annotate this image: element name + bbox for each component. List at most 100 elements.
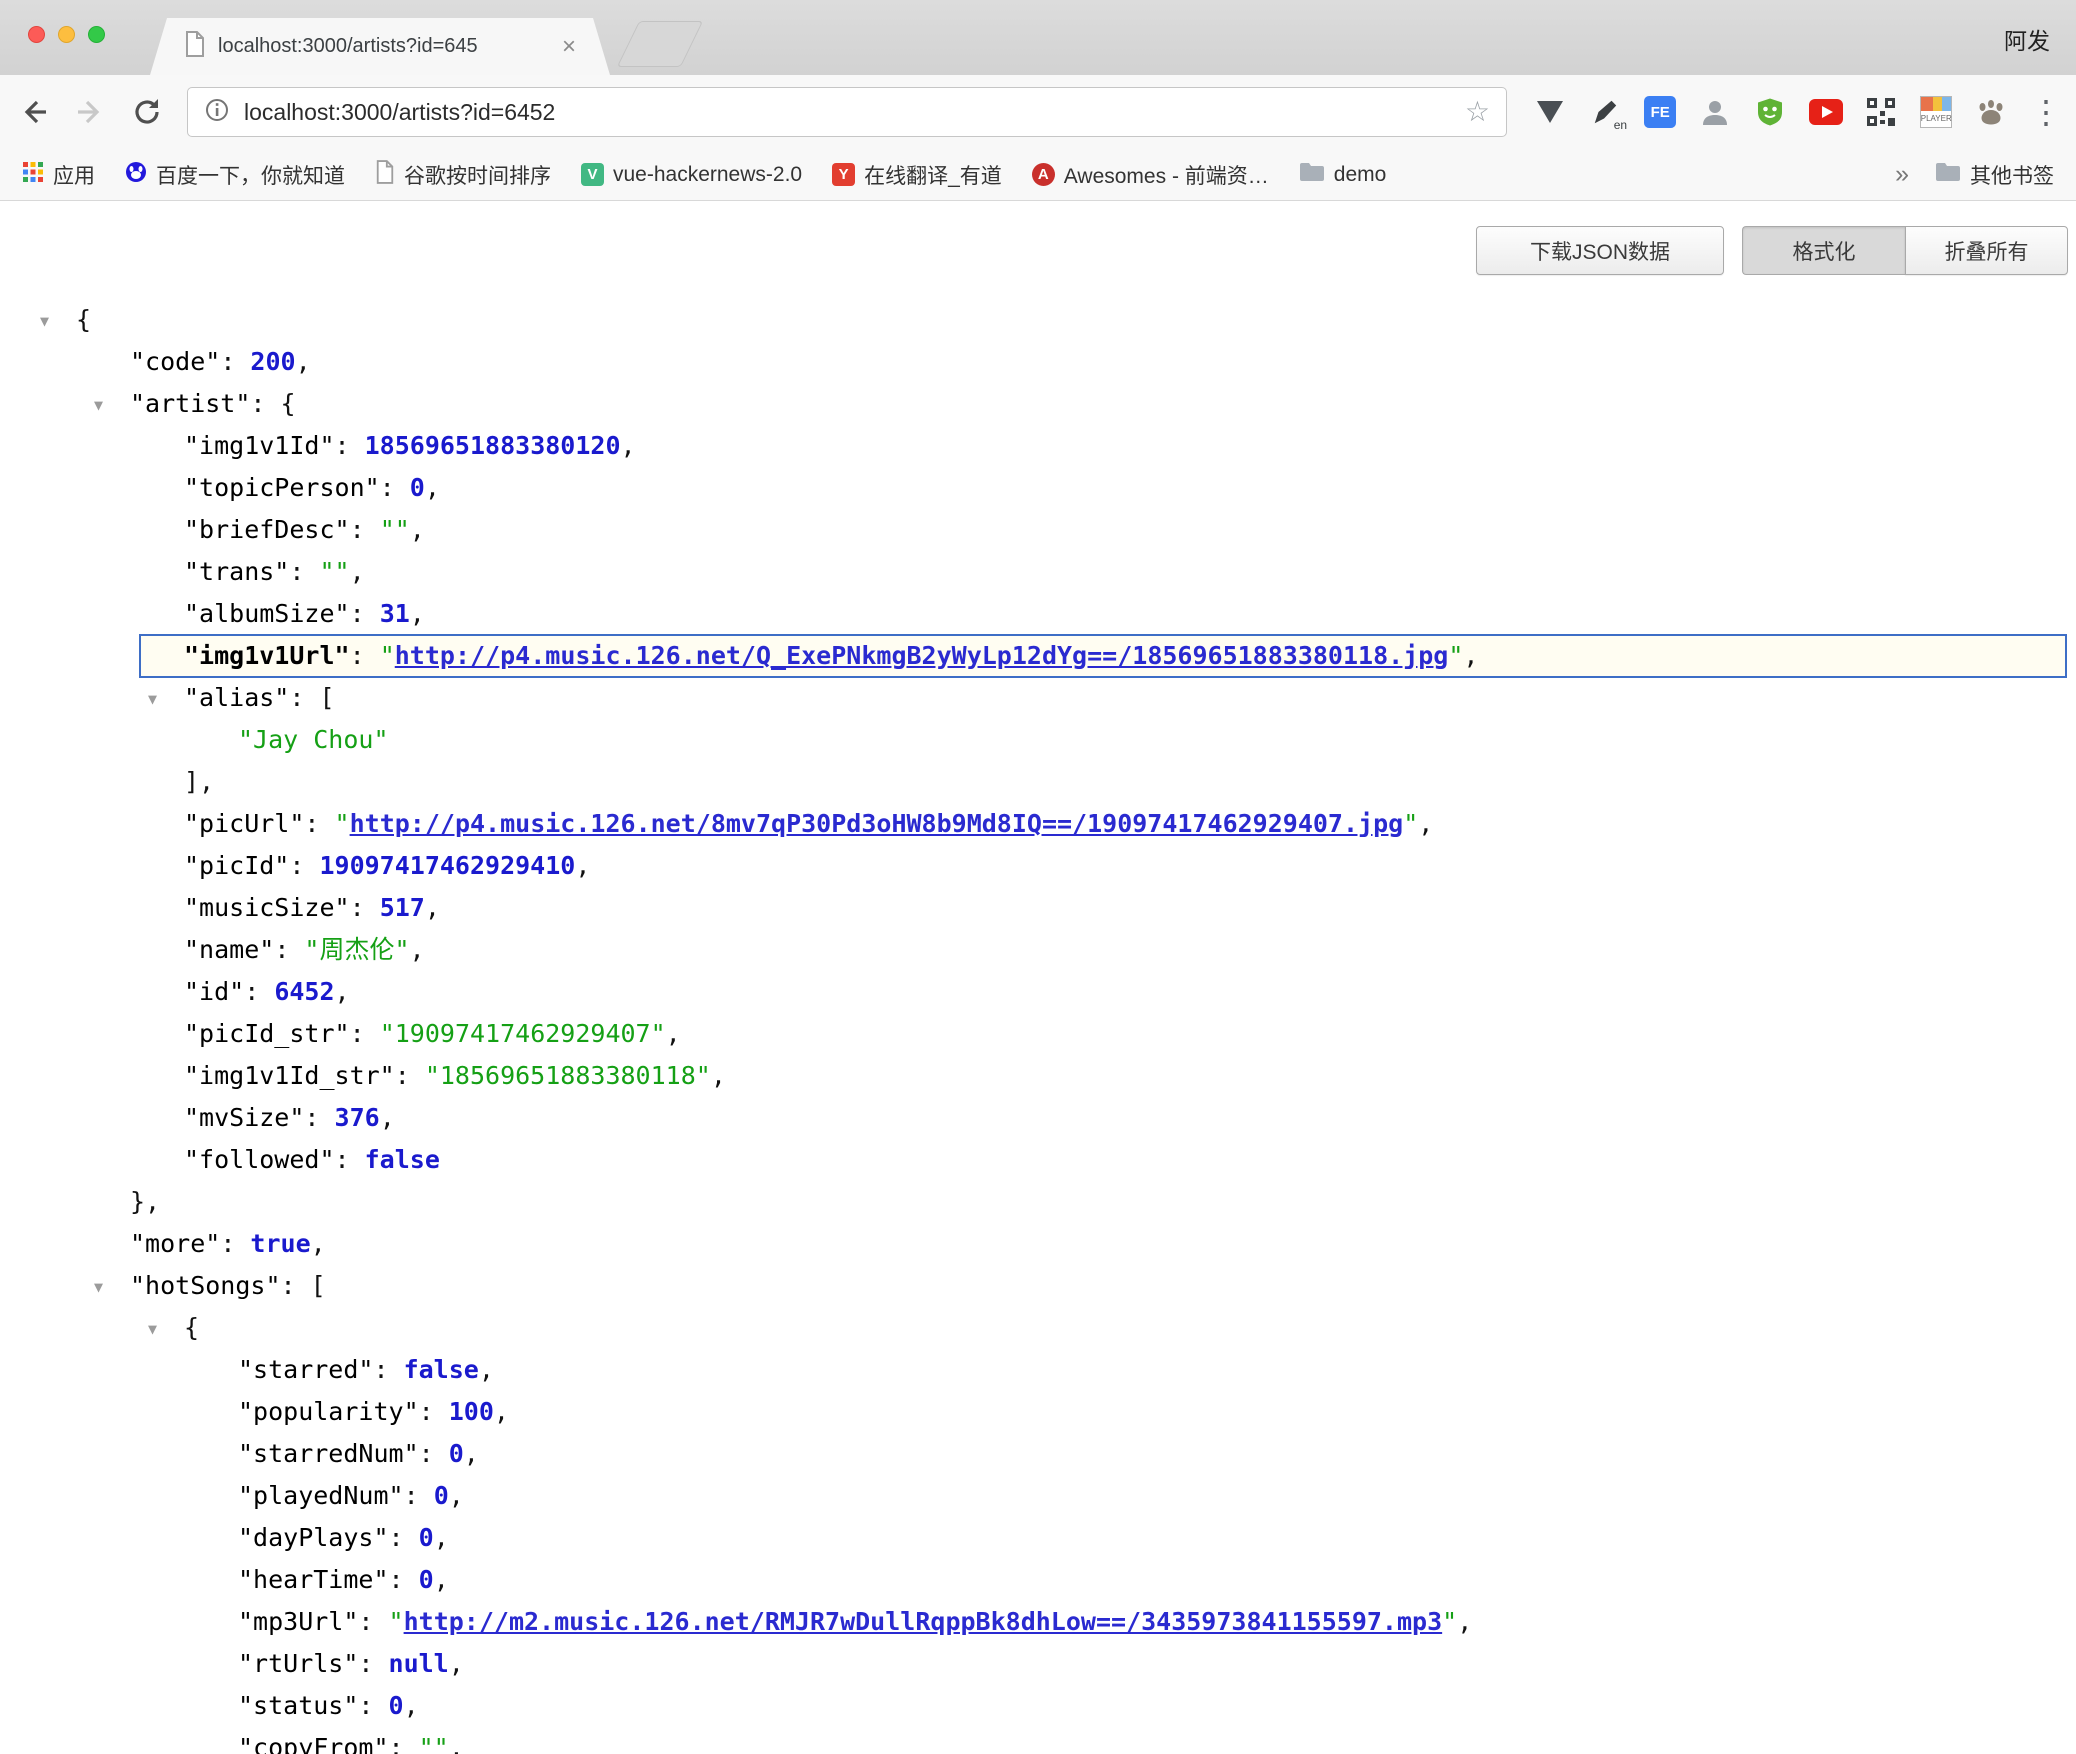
json-token: "trans" (184, 557, 289, 586)
player-extension-icon[interactable]: PLAYER (1914, 90, 1958, 134)
collapse-all-button[interactable]: 折叠所有 (1905, 226, 2068, 275)
json-token: false (365, 1145, 440, 1174)
json-line: "trans": "", (0, 551, 2076, 593)
json-token: , (449, 1481, 464, 1510)
json-token: "hotSongs" (130, 1271, 281, 1300)
bookmark-baidu[interactable]: 百度一下，你就知道 (125, 160, 345, 190)
json-token: 100 (449, 1397, 494, 1426)
json-token: , (410, 935, 425, 964)
json-token: " (389, 1607, 404, 1636)
json-token: false (404, 1355, 479, 1384)
forward-button[interactable] (70, 93, 108, 131)
json-token: "status" (238, 1691, 358, 1720)
awesomes-favicon-icon: A (1032, 163, 1055, 186)
json-token: "img1v1Url" (184, 641, 350, 670)
collapse-caret-icon[interactable]: ▼ (40, 300, 49, 342)
json-line: "picUrl": "http://p4.music.126.net/8mv7q… (0, 803, 2076, 845)
json-link[interactable]: http://p4.music.126.net/8mv7qP30Pd3oHW8b… (350, 809, 1404, 838)
json-token: : (404, 1481, 434, 1510)
bookmark-apps[interactable]: 应用 (22, 160, 95, 190)
json-token: " (1448, 641, 1463, 670)
json-line: ▼"artist": { (0, 383, 2076, 425)
collapse-caret-icon[interactable]: ▼ (148, 678, 157, 720)
vimium-extension-icon[interactable] (1528, 90, 1572, 134)
bookmark-folder-demo[interactable]: demo (1299, 162, 1387, 188)
tab-close-icon[interactable]: × (562, 35, 576, 59)
player-icon-art (1921, 97, 1951, 111)
json-token: : (358, 1649, 388, 1678)
new-tab-button[interactable] (617, 21, 703, 67)
json-token: " (380, 641, 395, 670)
json-token: , (575, 851, 590, 880)
bookmark-folder-other[interactable]: 其他书签 (1935, 160, 2054, 190)
minimize-window-button[interactable] (58, 26, 75, 43)
back-button[interactable] (16, 93, 54, 131)
json-token: "18569651883380118" (425, 1061, 711, 1090)
json-token: 31 (380, 599, 410, 628)
translate-pen-extension-icon[interactable]: en (1583, 90, 1627, 134)
json-token: , (410, 599, 425, 628)
bookmarks-overflow-icon[interactable]: » (1895, 160, 1909, 189)
format-button[interactable]: 格式化 (1742, 226, 1905, 275)
json-token: : (244, 977, 274, 1006)
json-token: : (389, 1523, 419, 1552)
reload-button[interactable] (128, 93, 166, 131)
bookmark-youdao[interactable]: Y 在线翻译_有道 (832, 160, 1002, 190)
json-token: "rtUrls" (238, 1649, 358, 1678)
json-line: ▼"alias": [ (0, 677, 2076, 719)
browser-toolbar: localhost:3000/artists?id=6452 ☆ en FE (0, 75, 2076, 149)
folder-icon (1299, 162, 1325, 188)
json-token: "popularity" (238, 1397, 419, 1426)
bookmark-star-icon[interactable]: ☆ (1465, 98, 1490, 126)
json-line: "starredNum": 0, (0, 1433, 2076, 1475)
fe-extension-icon[interactable]: FE (1638, 90, 1682, 134)
bookmark-vue-hackernews[interactable]: V vue-hackernews-2.0 (581, 163, 802, 187)
bookmark-label: vue-hackernews-2.0 (613, 163, 802, 187)
json-token: "alias" (184, 683, 289, 712)
bookmark-awesomes[interactable]: A Awesomes - 前端资… (1032, 160, 1269, 190)
collapse-caret-icon[interactable]: ▼ (148, 1308, 157, 1350)
tab-strip: localhost:3000/artists?id=645 × 阿发 (0, 0, 2076, 75)
json-token: "mp3Url" (238, 1607, 358, 1636)
page-content: 下载JSON数据 格式化 折叠所有 ▼{"code": 200,▼"artist… (0, 202, 2076, 1754)
user-extension-icon[interactable] (1693, 90, 1737, 134)
bookmark-google-sort[interactable]: 谷歌按时间排序 (375, 160, 551, 190)
close-window-button[interactable] (28, 26, 45, 43)
youtube-extension-icon[interactable] (1804, 90, 1848, 134)
qr-code-extension-icon[interactable] (1859, 90, 1903, 134)
json-token: "picId" (184, 851, 289, 880)
shield-extension-icon[interactable] (1748, 90, 1792, 134)
paw-extension-icon[interactable] (1969, 90, 2013, 134)
site-info-icon[interactable] (204, 97, 230, 128)
json-line: "Jay Chou" (0, 719, 2076, 761)
json-token: "mvSize" (184, 1103, 304, 1132)
omnibox[interactable]: localhost:3000/artists?id=6452 ☆ (187, 87, 1507, 137)
json-line: }, (0, 1181, 2076, 1223)
view-mode-toggle: 格式化 折叠所有 (1742, 226, 2068, 275)
json-token: ], (184, 767, 214, 796)
browser-tab[interactable]: localhost:3000/artists?id=645 × (150, 18, 610, 75)
json-token: "" (380, 515, 410, 544)
profile-name[interactable]: 阿发 (2004, 22, 2050, 56)
json-link[interactable]: http://m2.music.126.net/RMJR7wDullRqppBk… (404, 1607, 1443, 1636)
collapse-caret-icon[interactable]: ▼ (94, 384, 103, 426)
json-token: "id" (184, 977, 244, 1006)
browser-menu-icon[interactable]: ⋮ (2024, 90, 2068, 134)
download-json-button[interactable]: 下载JSON数据 (1476, 226, 1724, 275)
json-link[interactable]: http://p4.music.126.net/Q_ExePNkmgB2yWyL… (395, 641, 1449, 670)
json-token: : (419, 1397, 449, 1426)
json-line: ], (0, 761, 2076, 803)
translate-en-badge: en (1614, 118, 1627, 132)
json-token: 200 (250, 347, 295, 376)
extension-icons: en FE PLAYER (1528, 75, 2068, 149)
json-token: , (311, 1229, 326, 1258)
json-line: "hearTime": 0, (0, 1559, 2076, 1601)
url-text[interactable]: localhost:3000/artists?id=6452 (244, 99, 1465, 126)
json-line: "status": 0, (0, 1685, 2076, 1727)
json-token: , (464, 1439, 479, 1468)
json-token: 0 (434, 1481, 449, 1510)
fullscreen-window-button[interactable] (88, 26, 105, 43)
collapse-caret-icon[interactable]: ▼ (94, 1266, 103, 1308)
json-token: 0 (419, 1523, 434, 1552)
json-token: " (1442, 1607, 1457, 1636)
